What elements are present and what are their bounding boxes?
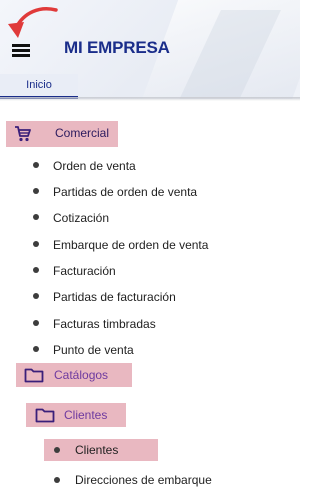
menu-item-label: Facturas timbradas <box>53 317 156 331</box>
bullet-icon <box>33 293 39 299</box>
menu-section-comercial[interactable]: Comercial <box>6 121 118 147</box>
menu-folder-label: Catálogos <box>54 368 109 382</box>
bullet-icon <box>33 241 39 247</box>
bullet-icon <box>33 188 39 194</box>
menu-folder-catalogos[interactable]: Catálogos <box>16 363 132 387</box>
bullet-icon <box>54 477 60 483</box>
cart-icon <box>15 126 31 142</box>
bullet-icon <box>33 162 39 168</box>
menu-item-label: Embarque de orden de venta <box>53 238 209 252</box>
curved-arrow-icon <box>8 7 58 38</box>
bullet-icon <box>33 214 39 220</box>
folder-icon <box>24 368 44 383</box>
tab-inicio[interactable]: Inicio <box>0 74 78 99</box>
menu-item-label: Partidas de orden de venta <box>53 185 198 199</box>
brand-title: MI EMPRESA <box>64 38 170 57</box>
menu-item-label: Facturación <box>53 264 116 278</box>
bullet-icon <box>54 447 60 453</box>
app-header: MI EMPRESA Inicio <box>0 0 300 99</box>
hamburger-icon[interactable] <box>12 42 34 60</box>
menu-item-label: Orden de venta <box>53 159 136 173</box>
menu-folder-label: Clientes <box>64 408 108 422</box>
menu-item-label: Cotización <box>53 211 110 225</box>
bullet-icon <box>33 320 39 326</box>
bullet-icon <box>33 346 39 352</box>
menu-folder-clientes[interactable]: Clientes <box>26 403 126 427</box>
menu-item-label: Punto de venta <box>53 343 134 357</box>
menu-item-label: Clientes <box>75 443 119 457</box>
header-shadow <box>0 97 300 101</box>
menu-section-label: Comercial <box>55 126 110 140</box>
folder-icon <box>35 408 55 423</box>
bullet-icon <box>33 267 39 273</box>
menu-item-label: Direcciones de embarque <box>75 473 212 487</box>
menu-item-clientes[interactable]: Clientes <box>44 439 158 461</box>
menu-item-label: Partidas de facturación <box>53 290 176 304</box>
